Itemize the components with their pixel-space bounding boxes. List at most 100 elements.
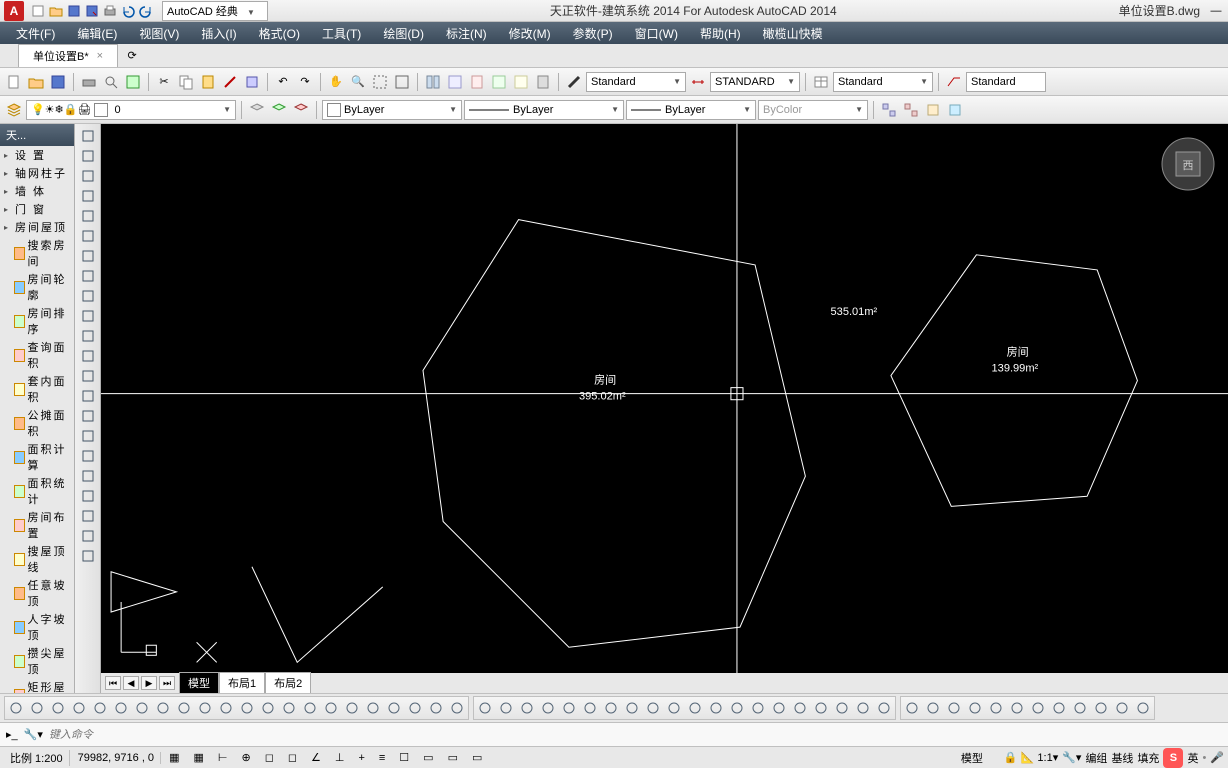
zoom-prev-button[interactable] (392, 72, 412, 92)
modify-button[interactable] (279, 698, 299, 718)
modify-button[interactable] (27, 698, 47, 718)
help-button[interactable] (77, 546, 99, 565)
modify-button[interactable] (748, 698, 768, 718)
table-icon[interactable] (811, 72, 831, 92)
dyn-toggle[interactable]: + (352, 749, 370, 767)
block-button[interactable] (77, 326, 99, 345)
new-button[interactable] (4, 72, 24, 92)
modify-button[interactable] (811, 698, 831, 718)
save-button[interactable] (48, 72, 68, 92)
cline-button[interactable] (77, 146, 99, 165)
modify-button[interactable] (48, 698, 68, 718)
open-button[interactable] (26, 72, 46, 92)
modify-button[interactable] (447, 698, 467, 718)
rect-button[interactable] (77, 206, 99, 225)
model-toggle[interactable]: 模型 (961, 750, 983, 766)
modify-button[interactable] (321, 698, 341, 718)
modify-button[interactable] (195, 698, 215, 718)
modify-button[interactable] (727, 698, 747, 718)
text-button[interactable] (77, 446, 99, 465)
qp-toggle[interactable]: ▭ (417, 748, 439, 767)
mtext-button[interactable] (77, 466, 99, 485)
brush-button[interactable] (564, 72, 584, 92)
color-combo[interactable]: ByLayer▼ (322, 100, 462, 120)
menu-编辑(E)[interactable]: 编辑(E) (67, 22, 127, 45)
zoom-button[interactable]: 🔍 (348, 72, 368, 92)
preview-button[interactable] (101, 72, 121, 92)
scale-display[interactable]: 比例 1:200 (4, 750, 70, 766)
ellipse-button[interactable] (77, 286, 99, 305)
modify-button[interactable] (90, 698, 110, 718)
redo-button[interactable]: ↷ (295, 72, 315, 92)
tree-item[interactable]: ▸设 置 (0, 146, 74, 164)
tree-item[interactable]: 搜屋顶线 (0, 542, 74, 576)
poly-button[interactable] (77, 186, 99, 205)
menu-修改(M)[interactable]: 修改(M) (499, 22, 561, 45)
lang-label[interactable]: 英 (1187, 750, 1198, 766)
earc-button[interactable] (77, 306, 99, 325)
mleader-style-combo[interactable]: Standard (966, 72, 1046, 92)
layer-prev-button[interactable] (269, 100, 289, 120)
modify-button[interactable] (426, 698, 446, 718)
sc-toggle[interactable]: ▭ (442, 748, 464, 767)
workspace-select[interactable]: AutoCAD 经典 ▼ (162, 1, 268, 21)
saveas-icon[interactable] (84, 3, 100, 19)
modify-button[interactable] (601, 698, 621, 718)
paste-button[interactable] (198, 72, 218, 92)
ime-badge[interactable]: S (1163, 748, 1183, 768)
tree-item[interactable]: 矩形屋顶 (0, 678, 74, 693)
modify-button[interactable] (6, 698, 26, 718)
tab-next-button[interactable]: ▶ (141, 676, 157, 690)
block-button[interactable] (242, 72, 262, 92)
hatch-button[interactable] (77, 366, 99, 385)
modify-button[interactable] (132, 698, 152, 718)
tree-item[interactable]: 套内面积 (0, 372, 74, 406)
modify-button[interactable] (965, 698, 985, 718)
modify-button[interactable] (1007, 698, 1027, 718)
spline-button[interactable] (77, 266, 99, 285)
ortho-toggle[interactable]: ⊢ (212, 748, 234, 767)
layout-tab[interactable]: 布局2 (265, 672, 311, 693)
snap-toggle[interactable]: ▦ (163, 748, 185, 767)
tree-item[interactable]: 任意坡顶 (0, 576, 74, 610)
ungroup-button[interactable] (901, 100, 921, 120)
modify-button[interactable] (363, 698, 383, 718)
osnap-toggle[interactable]: ◻ (259, 748, 280, 767)
modify-button[interactable] (174, 698, 194, 718)
wipe-button[interactable] (77, 486, 99, 505)
menu-参数(P)[interactable]: 参数(P) (563, 22, 623, 45)
modify-button[interactable] (706, 698, 726, 718)
zoom-window-button[interactable] (370, 72, 390, 92)
modify-button[interactable] (902, 698, 922, 718)
document-tab[interactable]: 单位设置B* × (18, 44, 118, 67)
region-button[interactable] (77, 406, 99, 425)
tool-palette-button[interactable] (467, 72, 487, 92)
modify-button[interactable] (1049, 698, 1069, 718)
menu-帮助(H)[interactable]: 帮助(H) (690, 22, 751, 45)
menu-格式(O)[interactable]: 格式(O) (249, 22, 310, 45)
tree-item[interactable]: 公摊面积 (0, 406, 74, 440)
modify-button[interactable] (559, 698, 579, 718)
modify-button[interactable] (874, 698, 894, 718)
minimize-icon[interactable]: — (1208, 3, 1224, 19)
anno-scale[interactable]: 🔒 📐 1:1▾ (1004, 751, 1058, 764)
modify-button[interactable] (1091, 698, 1111, 718)
new-icon[interactable] (30, 3, 46, 19)
modify-button[interactable] (300, 698, 320, 718)
layout-tab[interactable]: 模型 (179, 672, 219, 693)
modify-button[interactable] (923, 698, 943, 718)
undo-button[interactable]: ↶ (273, 72, 293, 92)
menu-插入(I)[interactable]: 插入(I) (191, 22, 246, 45)
recent-icon[interactable]: 🔧▾ (24, 728, 43, 741)
tree-item[interactable]: 面积统计 (0, 474, 74, 508)
modify-button[interactable] (538, 698, 558, 718)
menu-窗口(W)[interactable]: 窗口(W) (625, 22, 688, 45)
group-select-button[interactable] (945, 100, 965, 120)
dim-icon[interactable] (688, 72, 708, 92)
match-button[interactable] (220, 72, 240, 92)
modify-button[interactable] (685, 698, 705, 718)
modify-button[interactable] (790, 698, 810, 718)
modify-button[interactable] (517, 698, 537, 718)
modify-button[interactable] (664, 698, 684, 718)
grad-button[interactable] (77, 386, 99, 405)
